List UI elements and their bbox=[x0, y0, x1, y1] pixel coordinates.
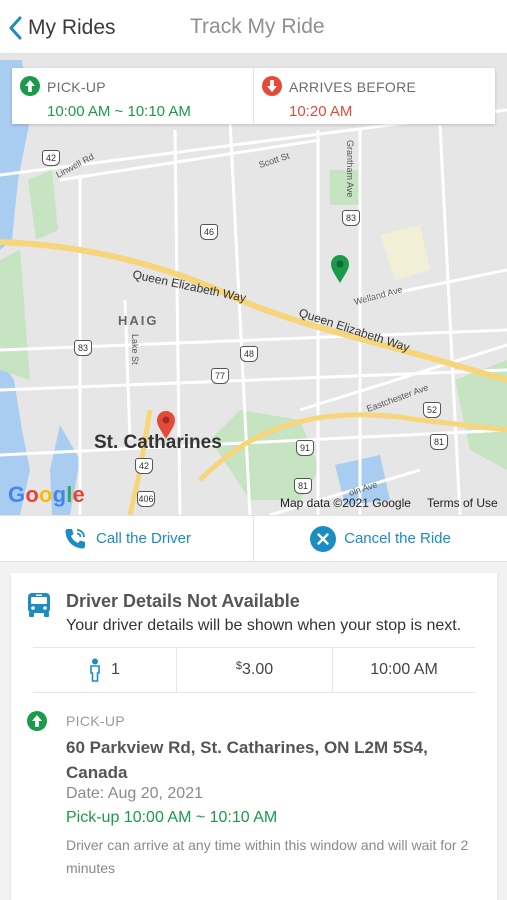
ride-actions: Call the Driver Cancel the Ride bbox=[0, 515, 507, 562]
route-shield: 81 bbox=[430, 434, 448, 450]
arrives-label: ARRIVES BEFORE bbox=[289, 79, 417, 95]
bus-icon bbox=[28, 593, 50, 617]
map-label-lake-st: Lake St bbox=[130, 334, 140, 365]
route-shield: 77 bbox=[211, 368, 229, 384]
ride-times-card: PICK-UP 10:00 AM ~ 10:10 AM ARRIVES BEFO… bbox=[12, 68, 495, 124]
back-button[interactable]: My Rides bbox=[8, 12, 116, 44]
route-shield: 83 bbox=[342, 210, 360, 226]
fare: $3.00 bbox=[176, 648, 332, 692]
back-label: My Rides bbox=[28, 16, 116, 39]
arrow-up-circle-icon bbox=[27, 711, 47, 731]
cancel-ride-label: Cancel the Ride bbox=[344, 530, 451, 547]
page-title: Track My Ride bbox=[190, 15, 325, 38]
map-label-haig: HAIG bbox=[118, 313, 159, 328]
route-shield: 406 bbox=[137, 491, 155, 507]
map-label-scott-st: Scott St bbox=[258, 150, 292, 169]
passenger-count: 1 bbox=[33, 648, 176, 692]
fare-currency: $ bbox=[235, 660, 242, 672]
google-logo-text: Google bbox=[8, 482, 85, 507]
map-label-welland-ave: Welland Ave bbox=[353, 284, 404, 307]
arrives-time-section: ARRIVES BEFORE 10:20 AM bbox=[253, 68, 495, 124]
route-shield: 42 bbox=[135, 458, 153, 474]
pickup-window: Pick-up 10:00 AM ~ 10:10 AM bbox=[66, 809, 278, 826]
map-label-qew-1: Queen Elizabeth Way bbox=[131, 267, 247, 305]
call-driver-button[interactable]: Call the Driver bbox=[0, 516, 253, 561]
google-logo: Google bbox=[8, 482, 85, 508]
ride-time: 10:00 AM bbox=[332, 648, 475, 692]
arrives-time-value: 10:20 AM bbox=[289, 103, 353, 120]
map-label-qew-2: Queen Elizabeth Way bbox=[297, 306, 411, 355]
driver-details-subtitle: Your driver details will be shown when y… bbox=[66, 617, 462, 634]
driver-details-title: Driver Details Not Available bbox=[66, 591, 300, 611]
cancel-ride-button[interactable]: Cancel the Ride bbox=[253, 516, 507, 561]
pickup-section-label: PICK-UP bbox=[66, 713, 125, 729]
header: My Rides Track My Ride bbox=[0, 0, 507, 54]
passenger-count-value: 1 bbox=[111, 661, 120, 678]
terms-of-use-link[interactable]: Terms of Use bbox=[427, 496, 498, 510]
map-label-grantham-ave: Grantham Ave bbox=[345, 140, 355, 197]
route-shield: 52 bbox=[423, 402, 441, 418]
ride-stats: 1 $3.00 10:00 AM bbox=[33, 647, 475, 693]
route-shield: 83 bbox=[74, 340, 92, 356]
pickup-address: 60 Parkview Rd, St. Catharines, ON L2M 5… bbox=[66, 738, 428, 782]
pickup-time-value: 10:00 AM ~ 10:10 AM bbox=[47, 103, 191, 120]
map-attribution: Map data ©2021 Google bbox=[280, 496, 411, 510]
pickup-time-section: PICK-UP 10:00 AM ~ 10:10 AM bbox=[12, 68, 253, 124]
route-shield: 81 bbox=[294, 478, 312, 494]
chevron-left-icon bbox=[9, 16, 22, 40]
person-icon bbox=[90, 658, 100, 682]
ride-details-card: Driver Details Not Available Your driver… bbox=[11, 573, 497, 900]
ride-time-value: 10:00 AM bbox=[370, 661, 438, 678]
pickup-date: Date: Aug 20, 2021 bbox=[66, 785, 203, 802]
route-shield: 46 bbox=[200, 224, 218, 240]
pickup-marker-icon[interactable] bbox=[330, 254, 350, 284]
route-shield: 91 bbox=[296, 440, 314, 456]
pickup-note: Driver can arrive at any time within thi… bbox=[66, 837, 469, 876]
arrow-up-circle-icon bbox=[20, 76, 40, 96]
route-shield: 48 bbox=[240, 346, 258, 362]
fare-amount: 3.00 bbox=[241, 661, 274, 678]
pickup-label: PICK-UP bbox=[47, 79, 106, 95]
map-label-eastchester-ave: Eastchester Ave bbox=[365, 382, 429, 414]
phone-icon bbox=[65, 528, 85, 548]
call-driver-label: Call the Driver bbox=[95, 530, 192, 547]
close-circle-icon bbox=[310, 525, 337, 552]
map-label-linwell-rd: Linwell Rd bbox=[54, 151, 95, 179]
route-shield: 42 bbox=[42, 150, 60, 166]
arrow-down-circle-icon bbox=[262, 76, 282, 96]
dropoff-marker-icon[interactable] bbox=[156, 410, 176, 440]
